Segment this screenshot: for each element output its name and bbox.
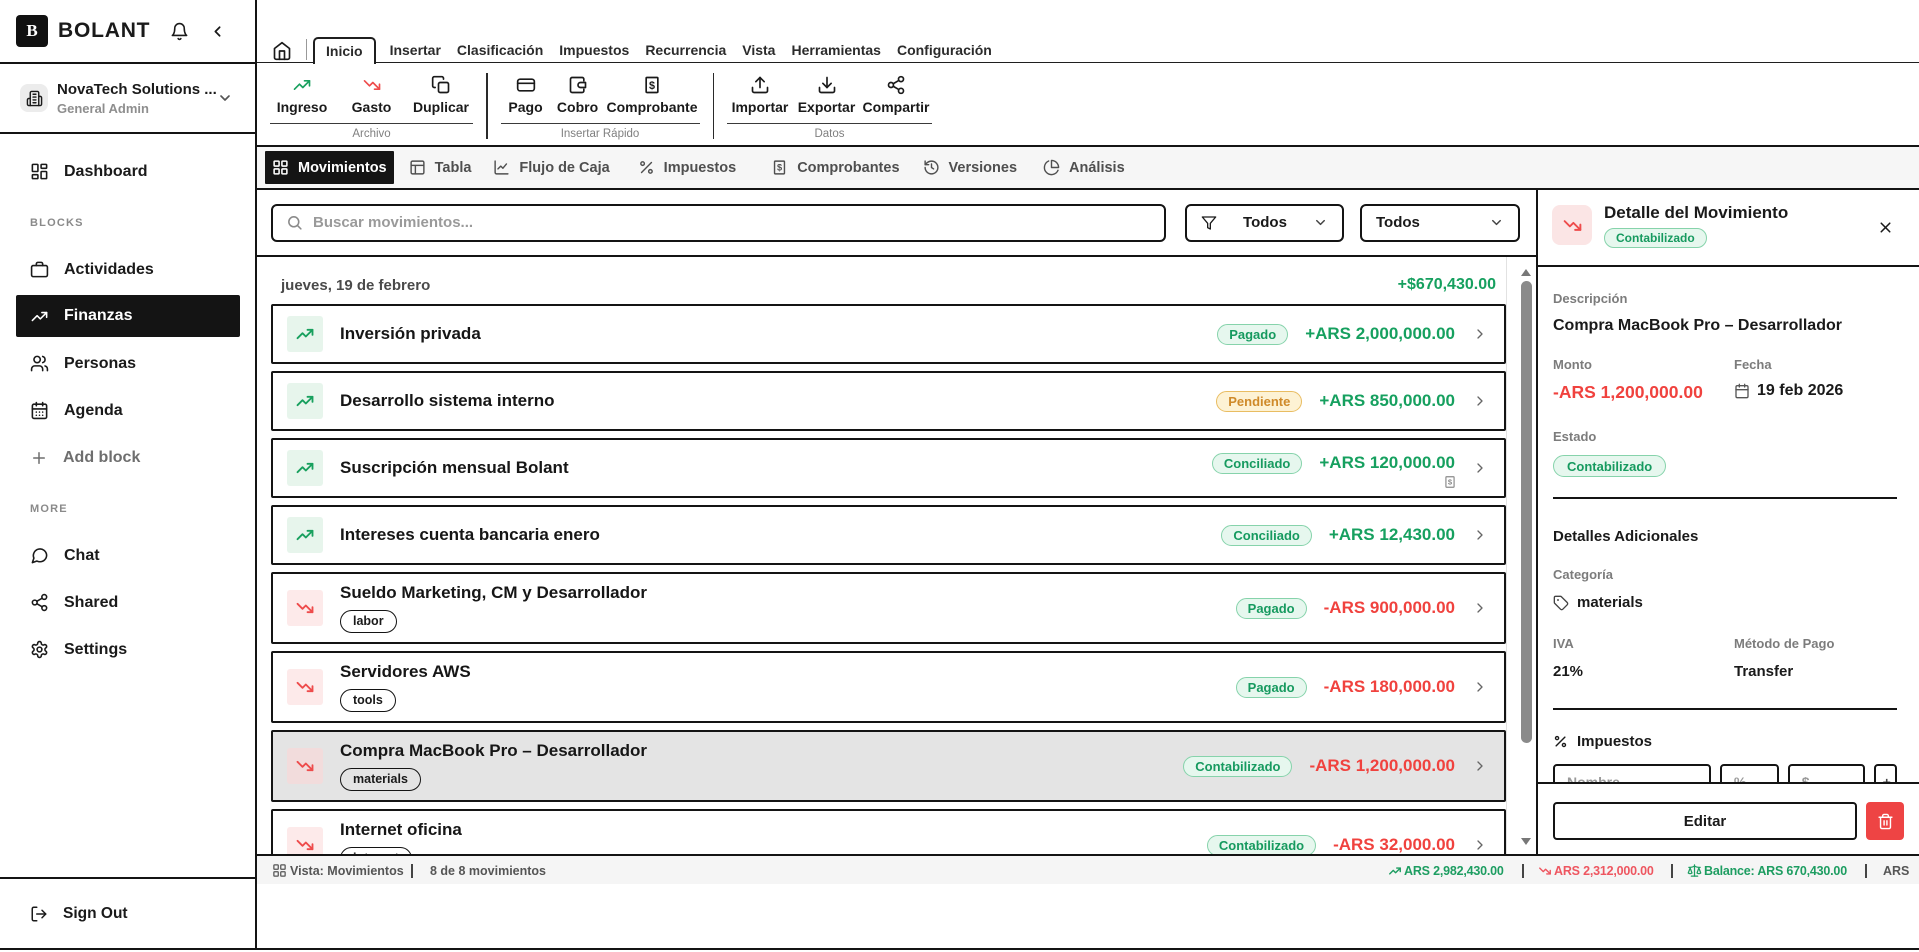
svg-text:$: $ [777, 163, 782, 173]
svg-text:$: $ [1448, 478, 1453, 487]
svg-text:$: $ [649, 80, 655, 92]
